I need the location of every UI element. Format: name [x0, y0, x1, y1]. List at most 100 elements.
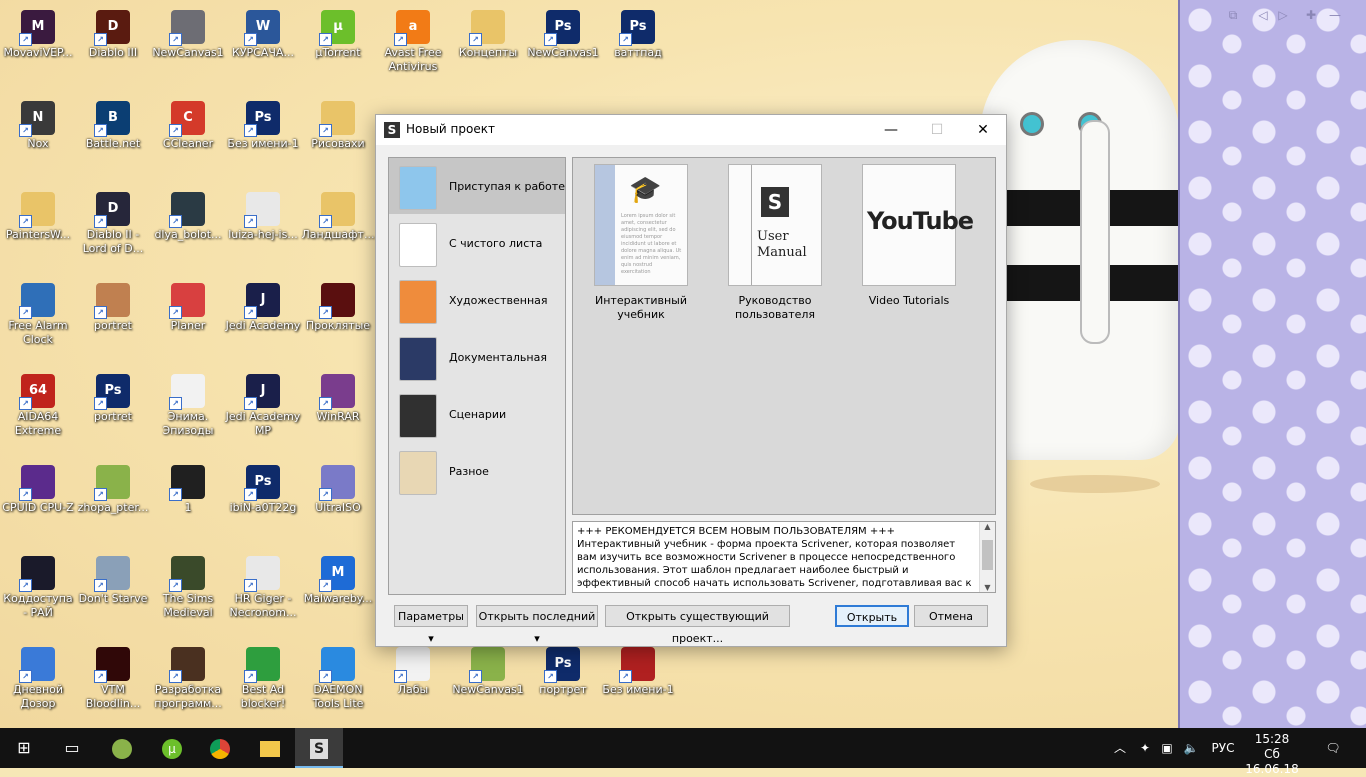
options-button[interactable]: Параметры ▾ [394, 605, 468, 645]
open-existing-button[interactable]: Открыть существующий проект... [605, 605, 790, 645]
desktop-icon[interactable]: M ↗ Malwareby... [300, 550, 376, 638]
desktop-icon[interactable]: ↗ PaintersW... [0, 186, 76, 274]
desktop-icon[interactable]: ↗ Planer [150, 277, 226, 365]
category-item[interactable]: Художественная [389, 272, 565, 328]
show-hidden-icons[interactable]: ︿ [1112, 728, 1128, 768]
desktop-icon[interactable]: B ↗ Battle.net [75, 95, 151, 183]
notifications-icon[interactable]: 🗨 [1320, 728, 1346, 768]
desktop-icon[interactable]: ↗ portret [75, 277, 151, 365]
desktop-icon[interactable]: ↗ Дневной Дозор [0, 641, 76, 729]
desktop-icon[interactable]: ↗ Don't Starve [75, 550, 151, 638]
language-indicator[interactable]: РУС [1206, 728, 1240, 768]
desktop-icon[interactable]: ↗ UltraISO [300, 459, 376, 547]
panel-back-icon[interactable]: ◁ [1256, 8, 1270, 22]
desktop-icon[interactable]: J ↗ Jedi Academy [225, 277, 301, 365]
desktop-icon[interactable]: ↗ Энима. Эпизоды [150, 368, 226, 456]
desktop-icon[interactable]: ↗ 1 [150, 459, 226, 547]
minimize-button[interactable]: — [868, 115, 914, 145]
maximize-button[interactable]: ☐ [914, 115, 960, 145]
network-icon[interactable]: ▣ [1158, 728, 1176, 768]
desktop-icon[interactable]: ↗ NewCanvas1 [150, 4, 226, 92]
close-button[interactable]: ✕ [960, 115, 1006, 145]
app-icon: ↗ [319, 465, 355, 501]
desktop-icon[interactable]: ↗ Лабы [375, 641, 451, 729]
category-item[interactable]: Разное [389, 443, 565, 499]
desktop-icon[interactable]: J ↗ Jedi Academy MP [225, 368, 301, 456]
scroll-up-icon[interactable]: ▲ [980, 522, 995, 531]
taskbar-app-lime[interactable] [98, 728, 146, 768]
desktop-icon[interactable]: D ↗ Diablo II - Lord of D... [75, 186, 151, 274]
open-button[interactable]: Открыть [835, 605, 909, 627]
user-manual-thumbnail: S User Manual [728, 164, 822, 286]
volume-icon[interactable]: 🔈 [1182, 728, 1200, 768]
panel-minimize-icon[interactable]: — [1328, 8, 1342, 22]
template-description[interactable]: +++ РЕКОМЕНДУЕТСЯ ВСЕМ НОВЫМ ПОЛЬЗОВАТЕЛ… [572, 521, 996, 593]
desktop-icon-label: MovaviVEP... [3, 46, 73, 59]
desktop-icon[interactable]: ↗ NewCanvas1 [450, 641, 526, 729]
description-scrollbar[interactable]: ▲ ▼ [979, 522, 995, 592]
taskbar-app-scrivener[interactable]: S [295, 728, 343, 768]
desktop-icon[interactable]: ↗ luiza-hej-is... [225, 186, 301, 274]
taskbar-app-chrome[interactable] [196, 728, 244, 768]
template-video-tutorials[interactable]: YouTube Video Tutorials [849, 164, 974, 308]
category-item[interactable]: Документальная [389, 329, 565, 385]
taskbar-app-explorer[interactable] [246, 728, 294, 768]
desktop-icon[interactable]: 64 ↗ AIDA64 Extreme [0, 368, 76, 456]
desktop-icon[interactable]: µ ↗ µTorrent [300, 4, 376, 92]
desktop-icon[interactable]: ↗ Free Alarm Clock [0, 277, 76, 365]
desktop-icon[interactable]: Ps ↗ Без имени-1 [225, 95, 301, 183]
panel-forward-icon[interactable]: ▷ [1276, 8, 1290, 22]
panel-add-icon[interactable]: ✚ [1304, 8, 1318, 22]
panel-restore-icon[interactable]: ⧉ [1226, 8, 1240, 22]
start-button[interactable]: ⊞ [0, 728, 48, 768]
category-label: С чистого листа [449, 237, 543, 250]
category-item[interactable]: Сценарии [389, 386, 565, 442]
desktop-icon[interactable]: ↗ Ландшафт... [300, 186, 376, 274]
task-view-button[interactable]: ▭ [48, 728, 96, 768]
desktop-icon[interactable]: ↗ The Sims Medieval [150, 550, 226, 638]
shortcut-arrow-icon: ↗ [544, 670, 557, 683]
desktop-icon[interactable]: Ps ↗ NewCanvas1 [525, 4, 601, 92]
desktop-icon[interactable]: ↗ VTM Bloodlin... [75, 641, 151, 729]
taskbar-app-utorrent[interactable]: µ [148, 728, 196, 768]
desktop-icon-label: DAEMON Tools Lite [312, 683, 364, 710]
desktop-icon[interactable]: ↗ dlya_bolot... [150, 186, 226, 274]
desktop-icon[interactable]: W ↗ КУРСАЧА... [225, 4, 301, 92]
desktop-icon-label: luiza-hej-is... [228, 228, 298, 241]
desktop-icon[interactable]: ↗ zhopa_pter... [75, 459, 151, 547]
desktop-icon[interactable]: ↗ Рисовахи [300, 95, 376, 183]
desktop-icon[interactable]: Ps ↗ ваттпад [600, 4, 676, 92]
category-item[interactable]: Приступая к работе [389, 158, 565, 214]
template-interactive-tutorial[interactable]: 🎓 Lorem ipsum dolor sit amet, consectetu… [581, 164, 701, 322]
desktop-icon[interactable]: Ps ↗ портрет [525, 641, 601, 729]
templates-grid: 🎓 Lorem ipsum dolor sit amet, consectetu… [572, 157, 996, 515]
desktop-icon[interactable]: ↗ Без имени-1 [600, 641, 676, 729]
dialog-titlebar[interactable]: S Новый проект — ☐ ✕ [376, 115, 1006, 145]
scroll-down-icon[interactable]: ▼ [980, 583, 995, 592]
desktop-icon[interactable]: ↗ Проклятые [300, 277, 376, 365]
desktop-icon[interactable]: a ↗ Avast Free Antivirus [375, 4, 451, 92]
desktop-icon-label: µTorrent [315, 46, 361, 59]
desktop-icon[interactable]: ↗ Best Ad blocker! [225, 641, 301, 729]
desktop-icon[interactable]: Ps ↗ ibiN-a0T22g [225, 459, 301, 547]
desktop-icon[interactable]: ↗ DAEMON Tools Lite [300, 641, 376, 729]
desktop-icon[interactable]: ↗ WinRAR [300, 368, 376, 456]
desktop-icon[interactable]: ↗ Коддоступа - РАЙ [0, 550, 76, 638]
cancel-button[interactable]: Отмена [914, 605, 988, 627]
blank-page-icon [399, 223, 437, 267]
desktop-icon[interactable]: ↗ Концепты [450, 4, 526, 92]
desktop-icon[interactable]: ↗ CPUID CPU-Z [0, 459, 76, 547]
desktop-icon[interactable]: N ↗ Nox [0, 95, 76, 183]
desktop-icon[interactable]: M ↗ MovaviVEP... [0, 4, 76, 92]
template-user-manual[interactable]: S User Manual Руководство пользователя [715, 164, 835, 322]
desktop-icon[interactable]: Ps ↗ portret [75, 368, 151, 456]
dropbox-icon[interactable]: ✦ [1136, 728, 1154, 768]
scrollbar-thumb[interactable] [982, 540, 993, 570]
category-item[interactable]: С чистого листа [389, 215, 565, 271]
desktop-icon[interactable]: C ↗ CCleaner [150, 95, 226, 183]
desktop-icon[interactable]: D ↗ Diablo III [75, 4, 151, 92]
open-recent-button[interactable]: Открыть последний ▾ [476, 605, 598, 645]
clock[interactable]: 15:28 Сб 16.06.18 [1240, 728, 1304, 776]
desktop-icon[interactable]: ↗ HR Giger - Necronom... [225, 550, 301, 638]
desktop-icon[interactable]: ↗ Разработка программ... [150, 641, 226, 729]
